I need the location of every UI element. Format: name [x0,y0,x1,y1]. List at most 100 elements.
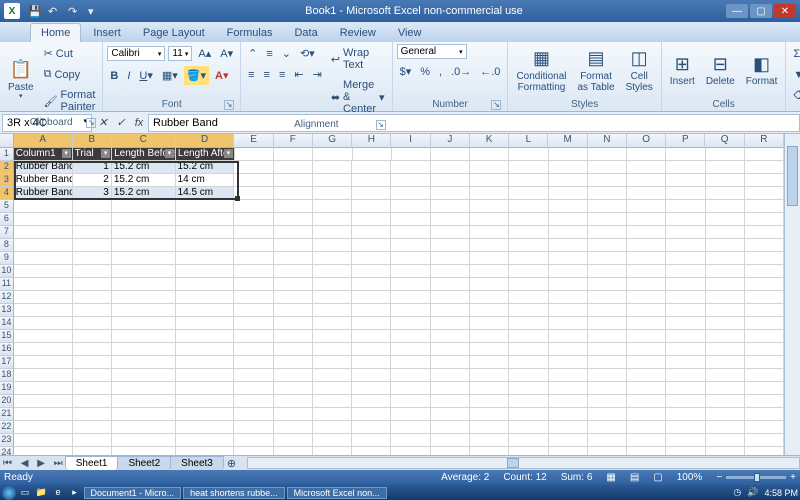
cell[interactable] [14,369,73,382]
cell[interactable] [588,278,627,291]
cell[interactable] [588,330,627,343]
cell[interactable] [706,187,745,200]
cell[interactable] [112,408,176,421]
cell[interactable] [313,161,352,174]
cell[interactable] [313,213,352,226]
row-header[interactable]: 19 [0,382,14,395]
shrink-font-icon[interactable]: A▾ [217,44,236,63]
cell[interactable] [509,213,548,226]
maximize-button[interactable]: ▢ [750,4,772,18]
cell[interactable] [112,382,176,395]
cell[interactable] [352,200,391,213]
cell[interactable]: Column1▾ [14,148,73,161]
cell[interactable] [391,278,430,291]
cell[interactable] [470,161,509,174]
cell[interactable] [391,447,430,455]
cell[interactable] [313,187,352,200]
cell[interactable] [391,317,430,330]
cell[interactable] [352,395,391,408]
cell[interactable] [14,447,73,455]
column-header[interactable]: E [234,134,273,148]
cell[interactable] [391,395,430,408]
cell[interactable] [431,434,470,447]
cell[interactable] [706,330,745,343]
cell[interactable] [470,226,509,239]
number-launcher[interactable]: ↘ [491,100,501,110]
cell[interactable] [470,330,509,343]
font-color-button[interactable]: A▾ [212,66,231,85]
row-header[interactable]: 4 [0,187,14,200]
cell[interactable] [14,265,73,278]
cell[interactable] [391,226,430,239]
cell[interactable] [470,148,509,161]
cell[interactable] [313,200,352,213]
cell[interactable] [431,148,470,161]
cell[interactable] [176,356,235,369]
cell[interactable] [745,187,784,200]
cell[interactable] [431,239,470,252]
cell[interactable] [509,291,548,304]
cell[interactable] [73,265,112,278]
cell[interactable] [391,291,430,304]
cell[interactable] [745,408,784,421]
view-normal-icon[interactable]: ▦ [606,472,615,483]
cell[interactable] [666,265,705,278]
column-header[interactable]: Q [705,134,744,148]
tab-view[interactable]: View [388,24,432,42]
cell[interactable] [14,278,73,291]
cell[interactable] [509,278,548,291]
cell[interactable] [588,252,627,265]
cell[interactable] [470,200,509,213]
cell[interactable] [627,161,666,174]
cell[interactable] [706,421,745,434]
cell[interactable] [176,408,235,421]
cell[interactable] [431,330,470,343]
cell[interactable] [470,187,509,200]
row-header[interactable]: 13 [0,304,14,317]
cell[interactable] [352,330,391,343]
cell[interactable] [234,252,273,265]
show-desktop-icon[interactable]: ▭ [18,487,32,498]
cell[interactable] [509,408,548,421]
align-middle-icon[interactable]: ≡ [263,45,275,63]
cell[interactable] [745,239,784,252]
cell[interactable] [352,356,391,369]
cell[interactable] [588,382,627,395]
cell[interactable] [112,200,176,213]
cell[interactable] [509,369,548,382]
cell[interactable]: 2 [73,174,112,187]
cell[interactable] [549,304,588,317]
cell[interactable] [431,265,470,278]
cell[interactable] [745,369,784,382]
cell[interactable] [391,369,430,382]
cell[interactable] [706,434,745,447]
cell[interactable] [352,304,391,317]
cell[interactable] [745,200,784,213]
copy-button[interactable]: ⧉ Copy [41,65,99,84]
cell[interactable] [112,226,176,239]
cell[interactable]: 15.2 cm [112,174,176,187]
cell[interactable] [666,278,705,291]
cell[interactable] [234,304,273,317]
cell[interactable] [73,304,112,317]
cell[interactable] [431,226,470,239]
cell[interactable] [392,148,431,161]
row-header[interactable]: 2 [0,161,14,174]
cell[interactable] [588,200,627,213]
cell[interactable] [431,200,470,213]
cell[interactable] [509,356,548,369]
cell[interactable] [745,213,784,226]
cell[interactable] [588,265,627,278]
cell[interactable] [391,265,430,278]
cell[interactable] [313,421,352,434]
cell[interactable] [627,304,666,317]
cell[interactable] [509,252,548,265]
cell[interactable] [274,148,313,161]
cell[interactable] [391,174,430,187]
cell[interactable] [73,252,112,265]
cell[interactable] [549,343,588,356]
cell[interactable] [112,434,176,447]
cell[interactable] [706,252,745,265]
filter-dropdown-icon[interactable]: ▾ [62,149,71,158]
cell[interactable] [470,265,509,278]
